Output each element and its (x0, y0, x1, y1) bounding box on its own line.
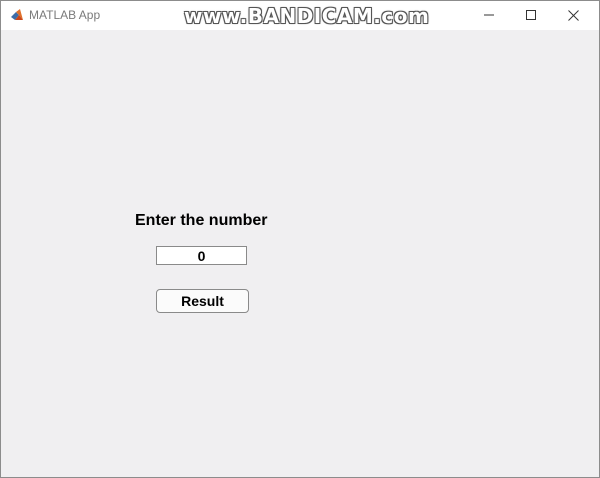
close-icon (567, 9, 579, 21)
close-button[interactable] (551, 1, 595, 29)
app-window: MATLAB App www.BANDICAM.com Enter the nu… (0, 0, 600, 478)
window-title: MATLAB App (29, 8, 101, 22)
bandicam-watermark: www.BANDICAM.com (184, 4, 430, 28)
maximize-icon (526, 10, 536, 20)
maximize-button[interactable] (509, 1, 553, 29)
result-button[interactable]: Result (156, 289, 249, 313)
matlab-icon (11, 9, 23, 20)
app-canvas: Enter the number Result (1, 30, 599, 477)
minimize-icon (484, 14, 494, 16)
number-input[interactable] (156, 246, 247, 265)
title-bar[interactable]: MATLAB App www.BANDICAM.com (1, 1, 599, 30)
enter-number-label: Enter the number (135, 212, 268, 229)
minimize-button[interactable] (467, 1, 511, 29)
